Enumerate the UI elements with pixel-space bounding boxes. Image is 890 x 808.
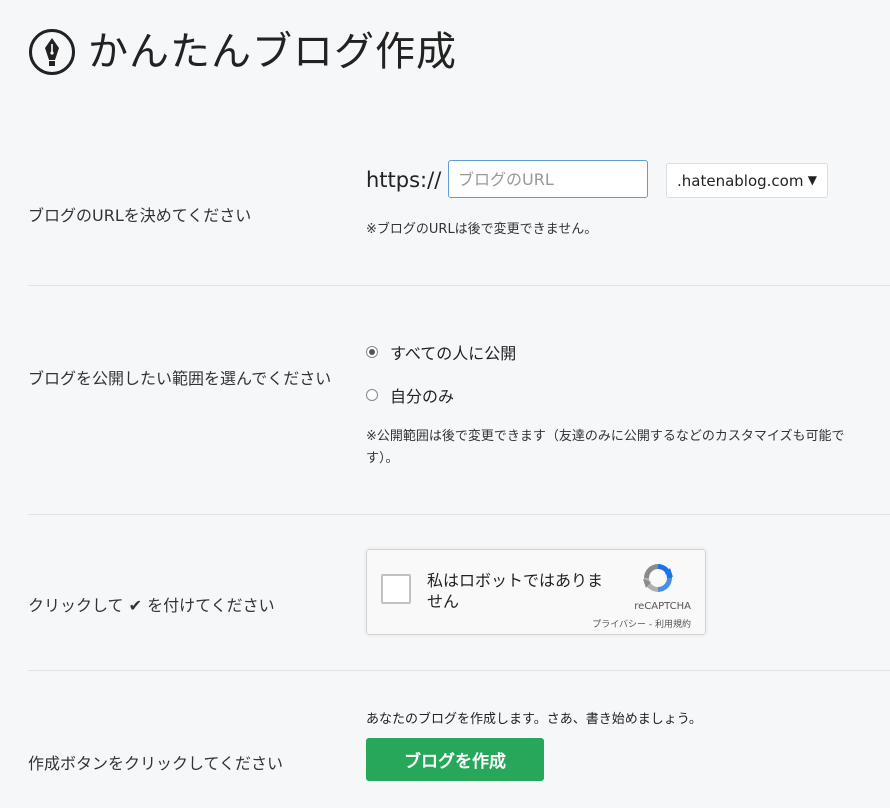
- domain-select[interactable]: .hatenablog.com ▼: [666, 163, 828, 198]
- visibility-note-line1: ※公開範囲は後で変更できます（友達のみに公開するなどのカスタマイズも可能で: [366, 429, 845, 444]
- recaptcha-links[interactable]: プライバシー - 利用規約: [592, 617, 691, 630]
- recaptcha-widget: 私はロボットではありません reCAPTCHA プライバシー - 利用規約: [366, 549, 706, 635]
- page-title: かんたんブログ作成: [88, 29, 457, 75]
- captcha-label-suffix: を付けてください: [147, 596, 275, 615]
- radio-button-private[interactable]: [366, 389, 378, 401]
- radio-option-private[interactable]: 自分のみ: [366, 383, 454, 407]
- captcha-label-prefix: クリックして: [28, 596, 124, 615]
- radio-label-public: すべての人に公開: [390, 344, 517, 363]
- domain-select-value: .hatenablog.com: [677, 171, 804, 190]
- url-prefix: https://: [366, 168, 442, 192]
- visibility-note: ※公開範囲は後で変更できます（友達のみに公開するなどのカスタマイズも可能で す）…: [366, 426, 890, 470]
- check-mark-icon: ✔: [128, 596, 143, 615]
- recaptcha-text: 私はロボットではありません: [427, 571, 604, 611]
- radio-label-private: 自分のみ: [390, 387, 455, 406]
- captcha-section: クリックして ✔ を付けてください 私はロボットではありません reCAPTCH…: [28, 549, 890, 635]
- recaptcha-checkbox[interactable]: [381, 574, 411, 604]
- url-note: ※ブログのURLは後で変更できません。: [366, 222, 598, 237]
- blog-url-input[interactable]: [448, 160, 648, 198]
- section-divider: [28, 285, 890, 286]
- create-section-label: 作成ボタンをクリックしてください: [28, 754, 284, 773]
- create-section: 作成ボタンをクリックしてください あなたのブログを作成します。さあ、書き始めまし…: [28, 708, 890, 788]
- page-header: かんたんブログ作成: [28, 24, 457, 80]
- recaptcha-brand: reCAPTCHA: [634, 601, 691, 612]
- dropdown-arrow-icon: ▼: [807, 173, 817, 187]
- create-blog-button[interactable]: ブログを作成: [366, 738, 544, 781]
- visibility-section-label: ブログを公開したい範囲を選んでください: [28, 369, 332, 388]
- recaptcha-logo-icon: [643, 564, 673, 592]
- section-divider: [28, 514, 890, 515]
- url-section: ブログのURLを決めてください https:// .hatenablog.com…: [28, 160, 890, 240]
- pen-nib-icon: [29, 29, 75, 75]
- visibility-note-line2: す）。: [366, 451, 399, 466]
- url-section-label: ブログのURLを決めてください: [28, 206, 252, 225]
- radio-button-public[interactable]: [366, 346, 378, 358]
- radio-option-public[interactable]: すべての人に公開: [366, 340, 516, 364]
- create-note: あなたのブログを作成します。さあ、書き始めましょう。: [366, 712, 702, 727]
- visibility-section: ブログを公開したい範囲を選んでください すべての人に公開 自分のみ ※公開範囲は…: [28, 336, 890, 476]
- section-divider: [28, 670, 890, 671]
- captcha-section-label: クリックして ✔ を付けてください: [28, 594, 338, 618]
